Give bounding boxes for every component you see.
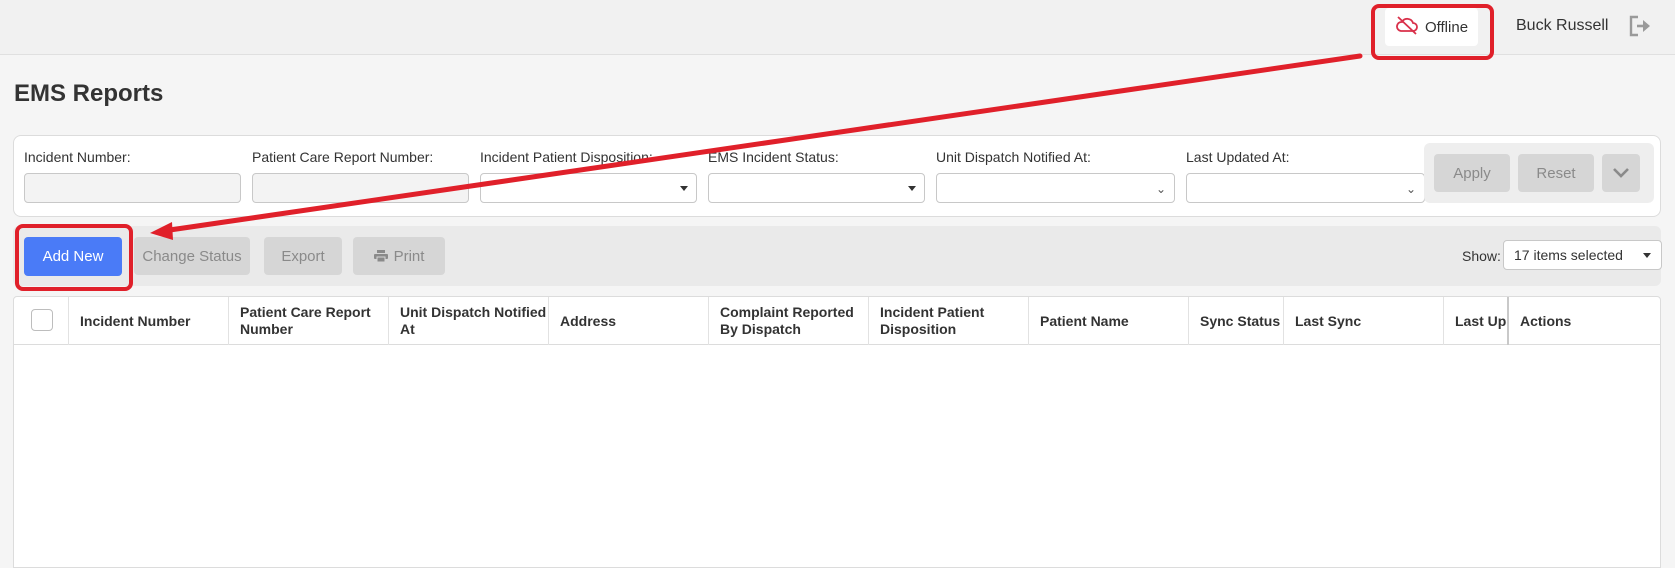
pcr-number-input[interactable] (252, 173, 469, 203)
print-button[interactable]: Print (353, 237, 445, 275)
filter-label: EMS Incident Status: (708, 149, 839, 165)
chevron-down-icon (1613, 168, 1629, 178)
chevron-down-icon: ⌄ (1155, 182, 1166, 196)
incident-number-input[interactable] (24, 173, 241, 203)
filter-label: Incident Number: (24, 149, 131, 165)
show-label: Show: (1462, 248, 1501, 264)
filter-disposition: Incident Patient Disposition: (480, 149, 697, 203)
select-all-checkbox[interactable] (31, 309, 53, 331)
user-name[interactable]: Buck Russell (1516, 17, 1608, 35)
caret-down-icon (1643, 253, 1651, 258)
filter-label: Unit Dispatch Notified At: (936, 149, 1091, 165)
filter-actions: Apply Reset (1424, 143, 1654, 203)
filter-incident-number: Incident Number: (24, 149, 241, 203)
filter-pcr-number: Patient Care Report Number: (252, 149, 469, 203)
filter-panel: Incident Number: Patient Care Report Num… (13, 135, 1661, 217)
column-header[interactable]: Last Upd (1444, 297, 1509, 345)
page-title: EMS Reports (14, 80, 164, 107)
column-header[interactable]: Patient Care Report Number (229, 297, 389, 345)
logout-icon[interactable] (1628, 14, 1654, 38)
column-header[interactable]: Actions (1509, 297, 1660, 345)
expand-filters-button[interactable] (1602, 154, 1640, 192)
chevron-down-icon: ⌄ (1405, 182, 1416, 196)
offline-status-highlight (1371, 4, 1494, 60)
filter-label: Last Updated At: (1186, 149, 1290, 165)
unit-dispatch-select[interactable]: ⌄ (936, 173, 1175, 203)
column-header[interactable]: Sync Status (1189, 297, 1284, 345)
column-header[interactable]: Incident Patient Disposition (869, 297, 1029, 345)
reset-button[interactable]: Reset (1518, 154, 1594, 192)
caret-down-icon (680, 186, 688, 191)
ems-reports-grid: Incident Number Patient Care Report Numb… (13, 296, 1661, 568)
column-header[interactable]: Last Sync (1284, 297, 1444, 345)
last-updated-select[interactable]: ⌄ (1186, 173, 1425, 203)
select-all-cell (14, 297, 69, 345)
columns-select-value: 17 items selected (1514, 247, 1623, 263)
filter-label: Incident Patient Disposition: (480, 149, 653, 165)
filter-label: Patient Care Report Number: (252, 149, 434, 165)
column-header[interactable]: Complaint Reported By Dispatch (709, 297, 869, 345)
filter-last-updated: Last Updated At: ⌄ (1186, 149, 1425, 203)
grid-header: Incident Number Patient Care Report Numb… (14, 297, 1660, 345)
filter-unit-dispatch: Unit Dispatch Notified At: ⌄ (936, 149, 1175, 203)
print-label: Print (393, 247, 425, 265)
column-header[interactable]: Incident Number (69, 297, 229, 345)
change-status-button[interactable]: Change Status (134, 237, 250, 275)
ems-status-select[interactable] (708, 173, 925, 203)
apply-button[interactable]: Apply (1434, 154, 1510, 192)
grid-toolbar: Add New Change Status Export Print Show:… (13, 226, 1662, 286)
columns-select[interactable]: 17 items selected (1503, 240, 1662, 270)
export-button[interactable]: Export (264, 237, 342, 275)
column-header[interactable]: Address (549, 297, 709, 345)
add-new-highlight (15, 224, 133, 291)
printer-icon (373, 250, 388, 262)
column-header[interactable]: Patient Name (1029, 297, 1189, 345)
disposition-select[interactable] (480, 173, 697, 203)
filter-ems-status: EMS Incident Status: (708, 149, 925, 203)
column-header[interactable]: Unit Dispatch Notified At (389, 297, 549, 345)
caret-down-icon (908, 186, 916, 191)
